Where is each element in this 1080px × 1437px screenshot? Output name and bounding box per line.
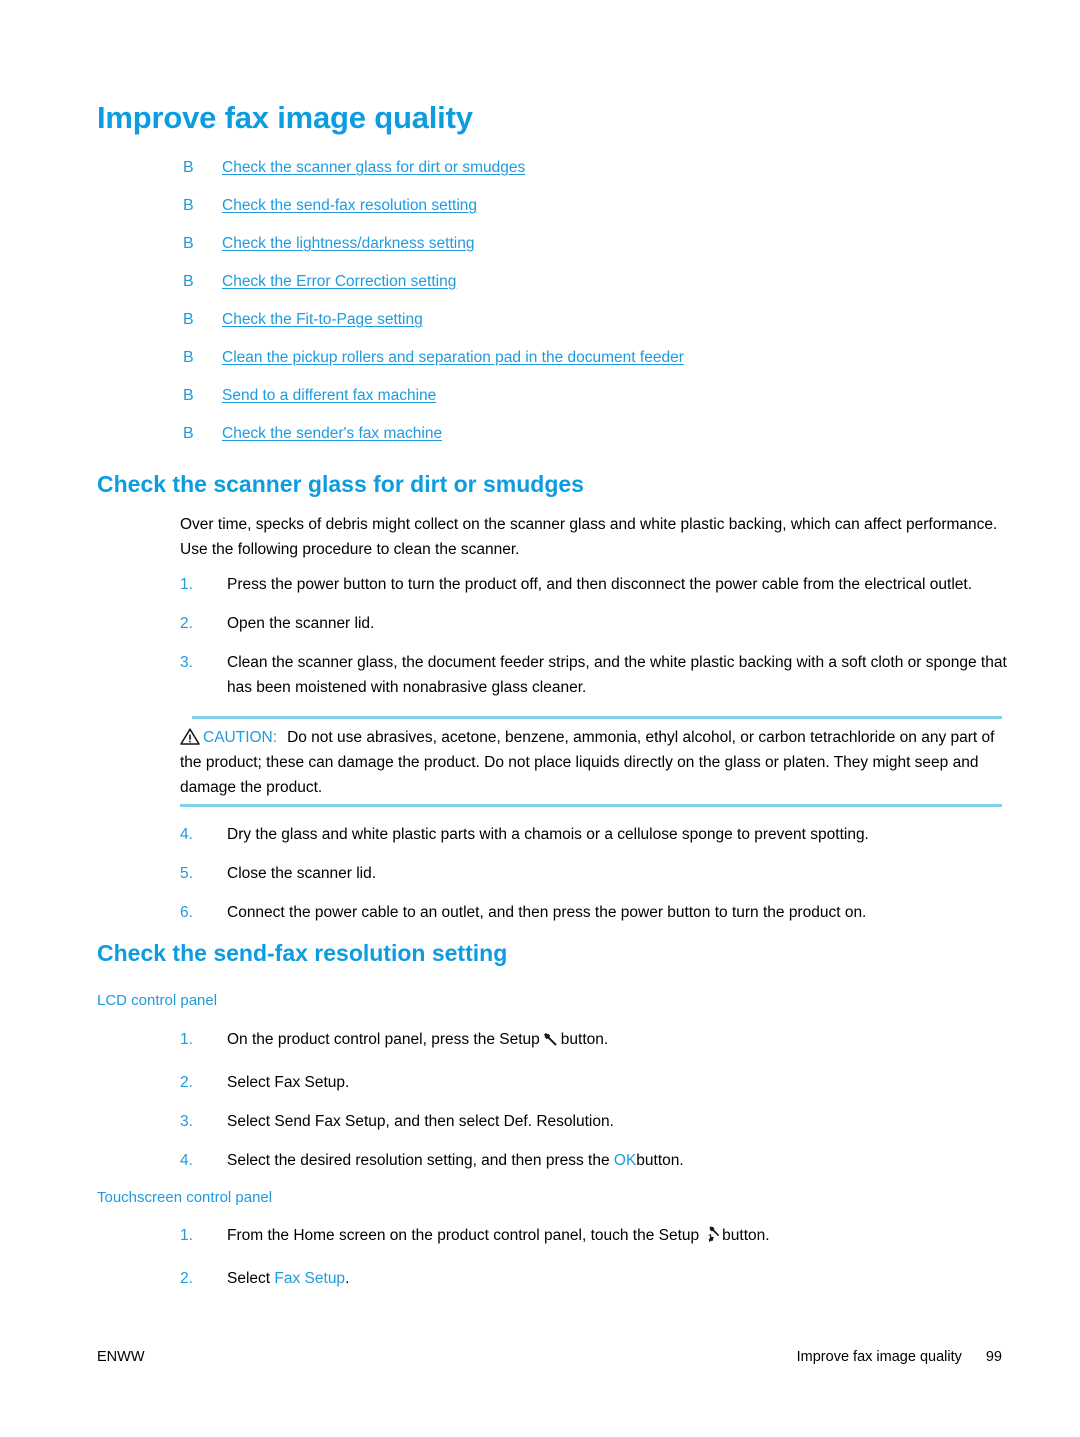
step-item: 1. From the Home screen on the product c… [180,1223,1010,1252]
bullet-glyph-icon: B [183,311,194,328]
footer-locale-code: ENWW [97,1349,145,1365]
toc-link-senders-fax-machine[interactable]: Check the sender's fax machine [222,424,442,444]
step-text: Select the desired resolution setting, a… [227,1152,610,1169]
step-number: 4. [180,1152,193,1169]
bullet-glyph-icon: B [183,235,194,252]
toc-item[interactable]: B Check the send-fax resolution setting [183,196,1033,234]
wrench-gear-icon [701,1225,720,1252]
warning-triangle-icon [180,728,200,745]
bullet-glyph-icon: B [183,425,194,442]
caution-text: Do not use abrasives, acetone, benzene, … [180,729,995,796]
step-number: 3. [180,1113,193,1130]
caution-note-body: CAUTION: Do not use abrasives, acetone, b… [180,719,1002,804]
step-number: 1. [180,1227,193,1244]
toc-link-fit-to-page[interactable]: Check the Fit-to-Page setting [222,310,423,330]
scanner-glass-steps-before-note: 1. Press the power button to turn the pr… [180,572,1010,700]
toc-link-lightness-darkness[interactable]: Check the lightness/darkness setting [222,234,474,254]
step-item: 6. Connect the power cable to an outlet,… [180,900,1010,925]
toc-item[interactable]: B Clean the pickup rollers and separation… [183,348,1033,386]
step-item: 1. On the product control panel, press t… [180,1027,1010,1056]
step-text: Dry the glass and white plastic parts wi… [227,826,869,843]
toc-link-scanner-glass[interactable]: Check the scanner glass for dirt or smud… [222,158,525,178]
step-text: Select Fax Setup. [227,1074,350,1091]
footer-page-number: 99 [985,1349,1002,1365]
step-text: Connect the power cable to an outlet, an… [227,904,867,921]
step-text-suffix: button. [560,1031,609,1048]
step-number: 1. [180,576,193,593]
step-number: 3. [180,654,193,671]
section-heading-send-fax-resolution: Check the send-fax resolution setting [97,940,508,966]
caution-note: CAUTION: Do not use abrasives, acetone, b… [180,716,1002,807]
step-number: 2. [180,1074,193,1091]
ok-button-reference: OK [613,1152,637,1169]
toc-link-list: B Check the scanner glass for dirt or smu… [183,158,1033,462]
toc-link-error-correction[interactable]: Check the Error Correction setting [222,272,456,292]
step-text: Select [227,1270,271,1287]
step-number: 6. [180,904,193,921]
step-item: 2. Open the scanner lid. [180,611,1010,636]
step-item: 1. Press the power button to turn the pr… [180,572,1010,597]
step-text-suffix: . [345,1270,350,1287]
step-text: On the product control panel, press the … [227,1031,540,1048]
step-item: 5. Close the scanner lid. [180,861,1010,886]
step-text-suffix: button. [636,1152,684,1169]
step-text: Press the power button to turn the produ… [227,576,973,593]
step-item: 2. Select Fax Setup. [180,1070,1010,1095]
bullet-glyph-icon: B [183,387,194,404]
step-item: 4. Dry the glass and white plastic parts… [180,822,1010,847]
toc-item[interactable]: B Check the Error Correction setting [183,272,1033,310]
step-number: 5. [180,865,193,882]
scanner-glass-intro-paragraph: Over time, specks of debris might collec… [180,516,998,558]
step-item: 4. Select the desired resolution setting… [180,1148,1010,1173]
bullet-glyph-icon: B [183,197,194,214]
toc-item[interactable]: B Check the scanner glass for dirt or smu… [183,158,1033,196]
toc-link-different-fax-machine[interactable]: Send to a different fax machine [222,386,436,406]
subheading-touchscreen-control-panel: Touchscreen control panel [97,1189,273,1206]
bullet-glyph-icon: B [183,349,194,366]
toc-item[interactable]: B Check the lightness/darkness setting [183,234,1033,272]
lcd-control-panel-steps: 1. On the product control panel, press t… [180,1027,1010,1173]
step-item: 3. Clean the scanner glass, the document… [180,650,1010,700]
step-item: 2. Select Fax Setup. [180,1266,1010,1291]
step-text-suffix: button. [722,1227,770,1244]
step-text: Open the scanner lid. [227,615,375,632]
step-text: Close the scanner lid. [227,865,377,882]
step-text: From the Home screen on the product cont… [227,1227,700,1244]
step-number: 2. [180,615,193,632]
caution-label: CAUTION: [203,729,278,746]
page-title: Improve fax image quality [97,100,473,135]
section-heading-scanner-glass: Check the scanner glass for dirt or smud… [97,471,584,497]
toc-link-clean-pickup-rollers[interactable]: Clean the pickup rollers and separation … [222,348,684,368]
step-number: 2. [180,1270,193,1287]
step-text: Select Send Fax Setup, and then select D… [227,1113,614,1130]
bullet-glyph-icon: B [183,273,194,290]
toc-item[interactable]: B Check the Fit-to-Page setting [183,310,1033,348]
bullet-glyph-icon: B [183,159,194,176]
step-number: 4. [180,826,193,843]
toc-item[interactable]: B Send to a different fax machine [183,386,1033,424]
footer-right-group: Improve fax image quality 99 [797,1349,1002,1365]
step-item: 3. Select Send Fax Setup, and then selec… [180,1109,1010,1134]
document-page: Improve fax image quality B Check the sca… [0,0,1080,1437]
toc-item[interactable]: B Check the sender's fax machine [183,424,1033,462]
note-bottom-rule [180,804,1002,807]
step-text: Clean the scanner glass, the document fe… [227,654,1007,696]
touchscreen-control-panel-steps: 1. From the Home screen on the product c… [180,1223,1010,1291]
wrench-icon [542,1031,559,1056]
toc-link-send-fax-resolution[interactable]: Check the send-fax resolution setting [222,196,477,216]
step-number: 1. [180,1031,193,1048]
footer-running-title: Improve fax image quality [796,1349,962,1365]
scanner-glass-steps-after-note: 4. Dry the glass and white plastic parts… [180,822,1010,925]
fax-setup-reference: Fax Setup [274,1270,346,1287]
subheading-lcd-control-panel: LCD control panel [97,992,218,1009]
